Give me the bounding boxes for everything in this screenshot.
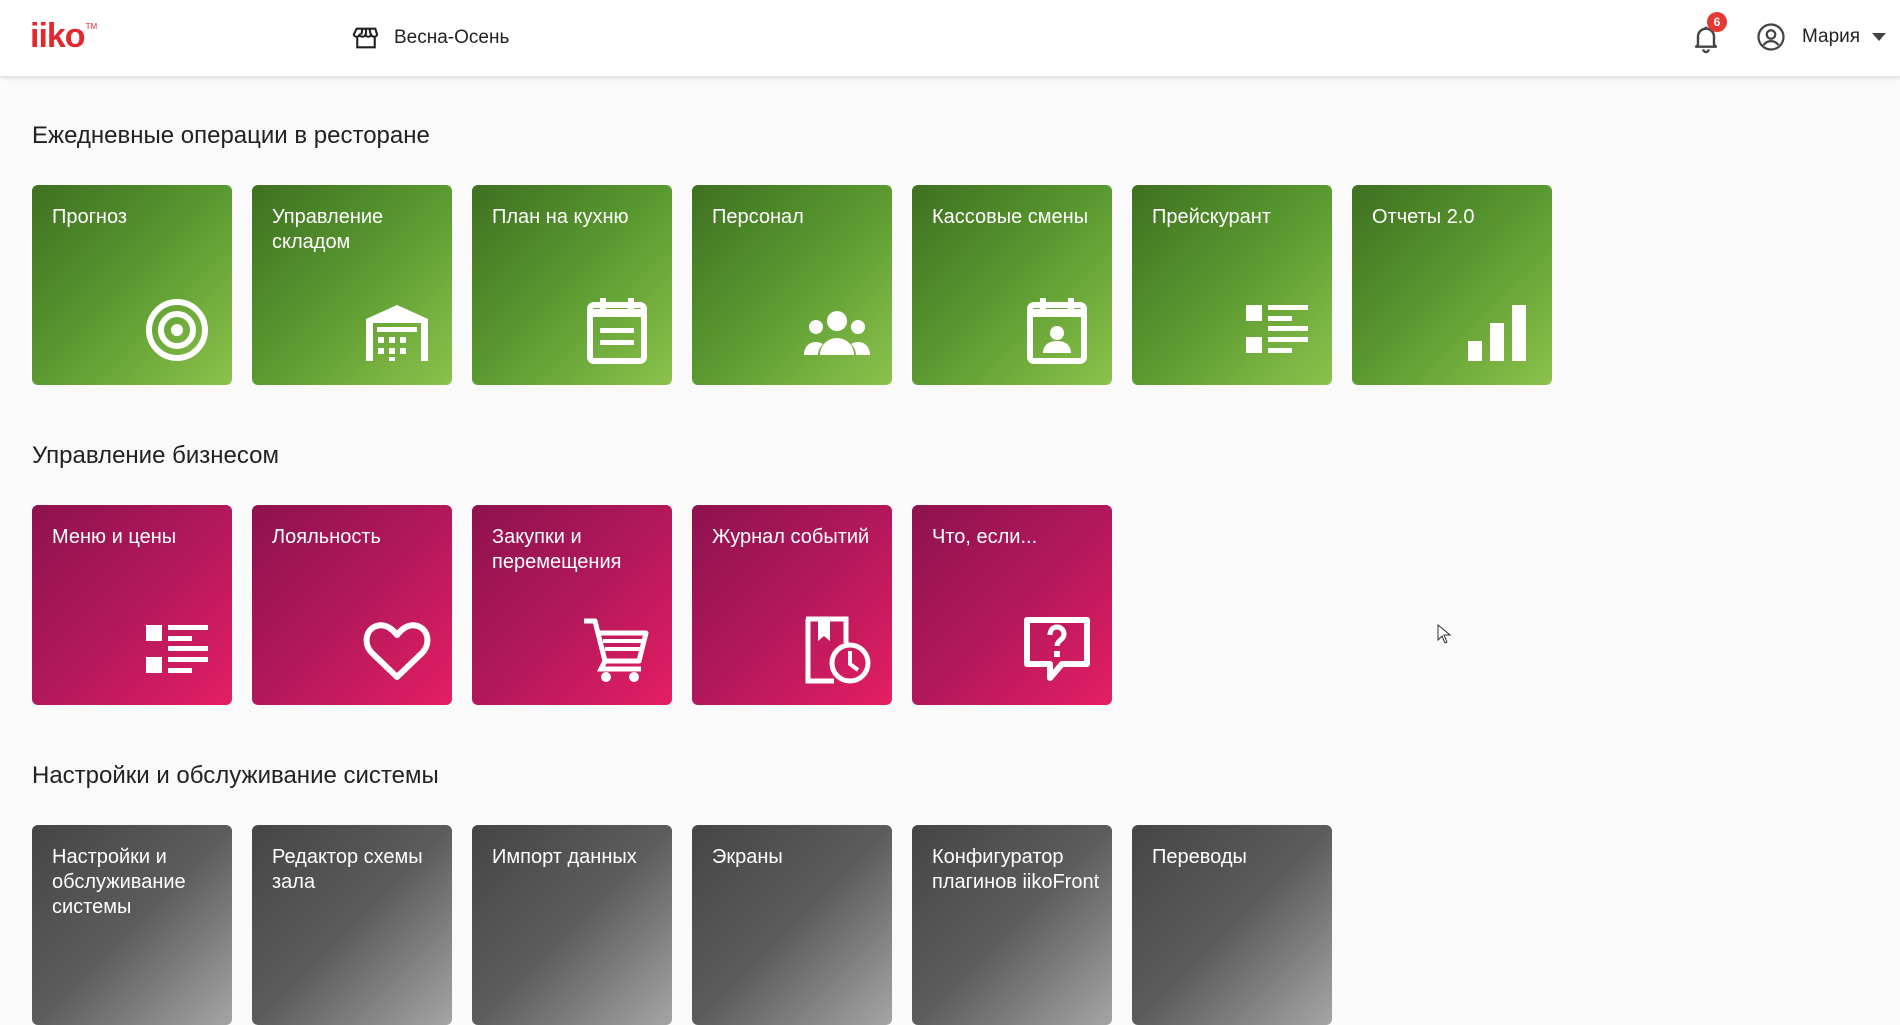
mouse-cursor-icon xyxy=(1437,624,1451,644)
tile-warehouse-management[interactable]: Управление складом xyxy=(252,185,452,385)
tile-reports[interactable]: Отчеты 2.0 xyxy=(1352,185,1552,385)
tile-screens[interactable]: Экраны xyxy=(692,825,892,1025)
tile-data-import[interactable]: Импорт данных xyxy=(472,825,672,1025)
people-icon xyxy=(802,295,872,365)
tile-purchases-and-transfers[interactable]: Закупки и перемещения xyxy=(472,505,672,705)
tile-label: Лояльность xyxy=(272,526,381,548)
store-icon xyxy=(352,27,379,49)
heart-icon xyxy=(362,615,432,685)
tile-hall-layout-editor[interactable]: Редактор схемы зала xyxy=(252,825,452,1025)
book-clock-icon xyxy=(802,615,872,685)
chevron-down-icon xyxy=(1872,33,1887,41)
question-bubble-icon xyxy=(1022,615,1092,685)
tile-label: Кассовые смены xyxy=(932,206,1089,228)
tile-label: Закупки и перемещения xyxy=(492,526,622,573)
tile-label: Что, если... xyxy=(932,526,1038,548)
logo-trademark: TM xyxy=(85,22,98,31)
tile-label: Редактор схемы зала xyxy=(272,846,423,893)
store-name: Весна-Осень xyxy=(394,27,510,48)
tile-label: Прейскурант xyxy=(1152,206,1271,228)
tile-label: Журнал событий xyxy=(712,526,870,548)
tile-label: Настройки и обслуживание системы xyxy=(52,846,186,918)
account-circle-icon xyxy=(1757,23,1785,51)
tile-label: Экраны xyxy=(712,846,783,868)
tile-menu-and-prices[interactable]: Меню и цены xyxy=(32,505,232,705)
calendar-note-icon xyxy=(582,295,652,365)
list-icon xyxy=(1242,295,1312,365)
tile-kitchen-plan[interactable]: План на кухню xyxy=(472,185,672,385)
tile-plugin-configurator[interactable]: Конфигуратор плагинов iikoFront xyxy=(912,825,1112,1025)
tile-event-log[interactable]: Журнал событий xyxy=(692,505,892,705)
tile-label: Импорт данных xyxy=(492,846,637,868)
tile-what-if[interactable]: Что, если... xyxy=(912,505,1112,705)
list-icon xyxy=(142,615,212,685)
tile-label: Управление складом xyxy=(272,206,384,253)
tile-label: Конфигуратор плагинов iikoFront xyxy=(932,846,1100,893)
user-name: Мария xyxy=(1802,26,1861,47)
tiles-system-settings: Настройки и обслуживание системы Редакто… xyxy=(32,825,1352,1025)
user-menu[interactable]: Мария xyxy=(1756,21,1887,53)
tiles-daily-operations: Прогноз Управление складом План на кухню… xyxy=(32,185,1572,385)
warehouse-icon xyxy=(362,295,432,365)
tile-label: Меню и цены xyxy=(52,526,177,548)
calendar-person-icon xyxy=(1022,295,1092,365)
tile-label: Прогноз xyxy=(52,206,128,228)
section-title-business-management: Управление бизнесом xyxy=(32,442,279,469)
tile-label: План на кухню xyxy=(492,206,629,228)
tile-translations[interactable]: Переводы xyxy=(1132,825,1332,1025)
logo-text: iiko xyxy=(30,17,86,55)
signal-bars-icon xyxy=(1462,295,1532,365)
tile-label: Отчеты 2.0 xyxy=(1372,206,1475,228)
tile-cash-shifts[interactable]: Кассовые смены xyxy=(912,185,1112,385)
tile-loyalty[interactable]: Лояльность xyxy=(252,505,452,705)
tile-price-list[interactable]: Прейскурант xyxy=(1132,185,1332,385)
target-icon xyxy=(142,295,212,365)
section-title-daily-operations: Ежедневные операции в ресторане xyxy=(32,122,430,149)
tile-settings-and-maintenance[interactable]: Настройки и обслуживание системы xyxy=(32,825,232,1025)
cart-icon xyxy=(582,615,652,685)
tile-label: Персонал xyxy=(712,206,804,228)
tile-forecast[interactable]: Прогноз xyxy=(32,185,232,385)
tile-staff[interactable]: Персонал xyxy=(692,185,892,385)
notification-badge: 6 xyxy=(1707,12,1727,32)
tiles-business-management: Меню и цены Лояльность Закупки и перемещ… xyxy=(32,505,1132,705)
section-title-system-settings: Настройки и обслуживание системы xyxy=(32,762,439,789)
iiko-logo[interactable]: iiko TM xyxy=(30,17,98,55)
top-bar: iiko TM Весна-Осень 6 Мария xyxy=(0,0,1900,76)
tile-label: Переводы xyxy=(1152,846,1247,868)
store-selector[interactable]: Весна-Осень xyxy=(352,24,509,52)
